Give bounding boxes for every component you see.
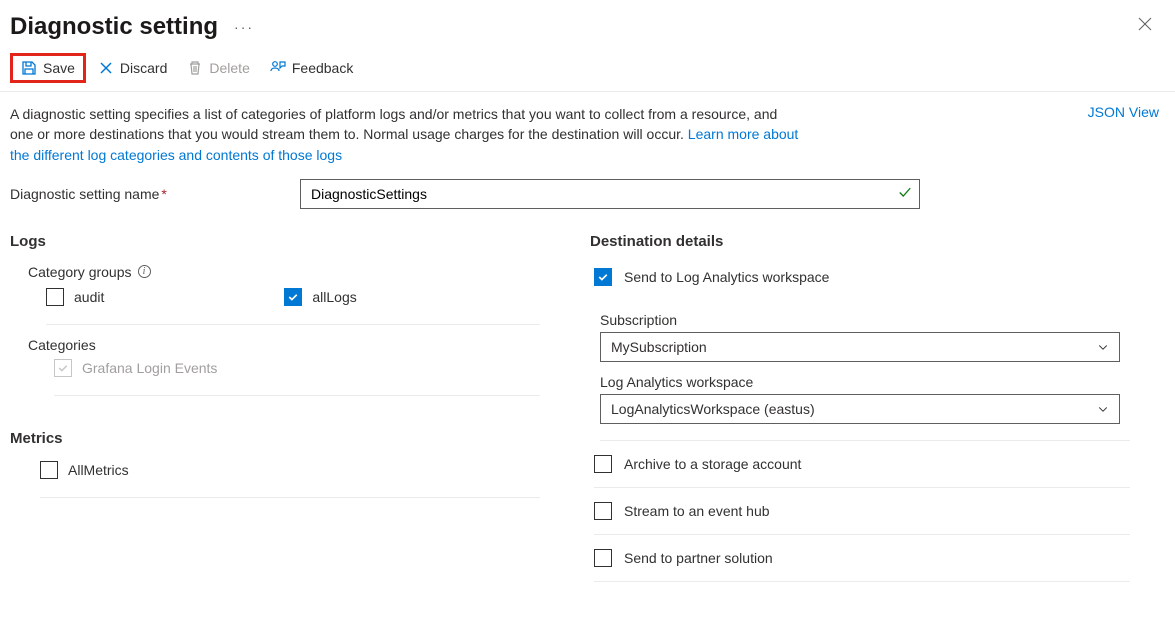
chevron-down-icon [1097, 403, 1109, 415]
more-menu[interactable]: ··· [234, 19, 254, 35]
partner-checkbox[interactable] [594, 549, 612, 567]
logs-heading: Logs [10, 233, 550, 250]
save-button[interactable]: Save [10, 53, 86, 83]
delete-icon [187, 60, 203, 76]
diagnostic-setting-name-input[interactable] [300, 179, 920, 209]
audit-label: audit [74, 289, 104, 305]
workspace-label: Log Analytics workspace [600, 374, 1130, 390]
discard-label: Discard [120, 60, 167, 76]
stream-checkbox[interactable] [594, 502, 612, 520]
page-title: Diagnostic setting [10, 13, 218, 41]
name-label: Diagnostic setting name* [10, 186, 300, 202]
json-view-link[interactable]: JSON View [1088, 104, 1159, 120]
feedback-button[interactable]: Feedback [262, 54, 361, 82]
save-label: Save [43, 60, 75, 76]
send-log-analytics-checkbox[interactable] [594, 268, 612, 286]
archive-label: Archive to a storage account [624, 456, 801, 472]
send-log-analytics-label: Send to Log Analytics workspace [624, 269, 829, 285]
subscription-select[interactable]: MySubscription [600, 332, 1120, 362]
stream-label: Stream to an event hub [624, 503, 770, 519]
destination-heading: Destination details [590, 233, 1130, 250]
alllogs-checkbox[interactable] [284, 288, 302, 306]
chevron-down-icon [1097, 341, 1109, 353]
subscription-value: MySubscription [611, 339, 707, 355]
grafana-label: Grafana Login Events [82, 360, 217, 376]
close-button[interactable] [1131, 10, 1159, 43]
discard-button[interactable]: Discard [90, 54, 175, 82]
description-text: A diagnostic setting specifies a list of… [10, 104, 800, 165]
archive-checkbox[interactable] [594, 455, 612, 473]
allmetrics-label: AllMetrics [68, 462, 129, 478]
feedback-label: Feedback [292, 60, 353, 76]
category-groups-label: Category groups i [28, 264, 550, 280]
audit-checkbox[interactable] [46, 288, 64, 306]
info-icon[interactable]: i [138, 265, 151, 278]
workspace-select[interactable]: LogAnalyticsWorkspace (eastus) [600, 394, 1120, 424]
categories-label: Categories [28, 337, 550, 353]
allmetrics-checkbox[interactable] [40, 461, 58, 479]
delete-label: Delete [209, 60, 249, 76]
workspace-value: LogAnalyticsWorkspace (eastus) [611, 401, 815, 417]
metrics-heading: Metrics [10, 430, 550, 447]
valid-check-icon [898, 185, 912, 202]
delete-button: Delete [179, 54, 257, 82]
alllogs-label: allLogs [312, 289, 356, 305]
save-icon [21, 60, 37, 76]
grafana-checkbox [54, 359, 72, 377]
partner-label: Send to partner solution [624, 550, 773, 566]
discard-icon [98, 60, 114, 76]
feedback-icon [270, 60, 286, 76]
subscription-label: Subscription [600, 312, 1130, 328]
